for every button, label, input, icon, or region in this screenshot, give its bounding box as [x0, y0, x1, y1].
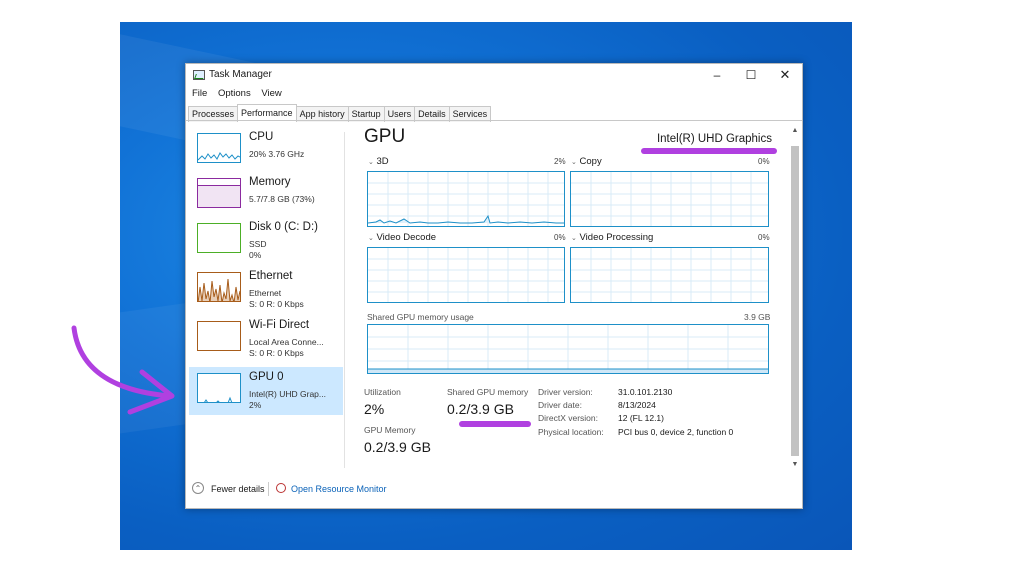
sidebar-wifi-sub2: S: 0 R: 0 Kbps	[249, 348, 304, 358]
menu-file[interactable]: File	[192, 86, 207, 102]
wifi-thumbnail-graph	[197, 321, 241, 351]
sidebar-memory-title: Memory	[249, 176, 291, 188]
resource-monitor-icon	[276, 483, 286, 493]
gpu-device-name: Intel(R) UHD Graphics	[656, 133, 772, 145]
engine-video-decode-graph	[367, 247, 565, 303]
utilization-value: 2%	[364, 401, 385, 417]
sidebar-disk-sub2: 0%	[249, 250, 262, 260]
shared-memory-graph	[367, 324, 769, 374]
disk-thumbnail-graph	[197, 223, 241, 253]
highlight-mark-device	[641, 148, 777, 154]
sidebar-item-memory[interactable]: Memory 5.7/7.8 GB (73%)	[189, 172, 343, 220]
tab-bar: Processes Performance App history Startu…	[188, 104, 492, 122]
annotation-arrow-icon	[71, 325, 175, 415]
shared-memory-graph-label: Shared GPU memory usage	[367, 312, 474, 322]
gpu-memory-label: GPU Memory	[364, 425, 416, 435]
scroll-down-icon[interactable]: ▼	[791, 461, 799, 468]
engine-video-processing-label[interactable]: ⌄ Video Processing	[571, 232, 653, 243]
sidebar-wifi-title: Wi-Fi Direct	[249, 319, 310, 331]
scroll-thumb[interactable]	[791, 146, 799, 456]
highlight-mark-shared-memory	[459, 421, 531, 427]
sidebar-memory-sub: 5.7/7.8 GB (73%)	[249, 194, 315, 204]
shared-memory-max: 3.9 GB	[744, 312, 771, 322]
chevron-up-icon[interactable]: ⌃	[192, 482, 204, 494]
engine-copy-label[interactable]: ⌄ Copy	[571, 156, 602, 167]
sidebar-ethernet-sub1: Ethernet	[249, 288, 282, 298]
sidebar-ethernet-sub2: S: 0 R: 0 Kbps	[249, 299, 304, 309]
window-title: Task Manager	[209, 69, 272, 80]
sidebar-item-cpu[interactable]: CPU 20% 3.76 GHz	[189, 127, 343, 175]
sidebar-disk-title: Disk 0 (C: D:)	[249, 221, 318, 233]
sidebar-item-wifi-direct[interactable]: Wi-Fi Direct Local Area Conne... S: 0 R:…	[189, 315, 343, 363]
fewer-details-button[interactable]: Fewer details	[211, 484, 265, 494]
sidebar-item-disk[interactable]: Disk 0 (C: D:) SSD 0%	[189, 217, 343, 265]
engine-3d-graph	[367, 171, 565, 227]
sidebar-item-ethernet[interactable]: Ethernet Ethernet S: 0 R: 0 Kbps	[189, 266, 343, 314]
engine-copy-graph	[570, 171, 769, 227]
shared-gpu-memory-value: 0.2/3.9 GB	[447, 401, 514, 417]
scroll-up-icon[interactable]: ▲	[791, 127, 799, 134]
engine-video-decode-percent: 0%	[554, 233, 566, 242]
resource-sidebar: CPU 20% 3.76 GHz Memory 5.7/7.8 GB (73%)…	[189, 127, 343, 427]
task-manager-window: Task Manager – ☐ ✕ File Options View Pro…	[185, 63, 803, 509]
engine-video-processing-percent: 0%	[758, 233, 770, 242]
utilization-label: Utilization	[364, 387, 401, 397]
open-resource-monitor-link[interactable]: Open Resource Monitor	[291, 484, 387, 494]
engine-copy-percent: 0%	[758, 157, 770, 166]
physical-location-key: Physical location:	[538, 427, 604, 437]
engine-video-decode-label[interactable]: ⌄ Video Decode	[368, 232, 436, 243]
physical-location-value: PCI bus 0, device 2, function 0	[618, 427, 734, 437]
directx-version-value: 12 (FL 12.1)	[618, 413, 664, 423]
engine-3d-label[interactable]: ⌄ 3D	[368, 156, 389, 167]
sidebar-gpu-sub2: 2%	[249, 400, 262, 410]
engine-3d-percent: 2%	[554, 157, 566, 166]
menu-view[interactable]: View	[261, 86, 281, 102]
memory-thumbnail-graph	[197, 178, 241, 208]
engine-video-processing-graph	[570, 247, 769, 303]
close-button[interactable]: ✕	[768, 64, 802, 86]
driver-version-key: Driver version:	[538, 387, 593, 397]
sidebar-gpu-title: GPU 0	[249, 371, 284, 383]
ethernet-thumbnail-graph	[197, 272, 241, 302]
sidebar-wifi-sub1: Local Area Conne...	[249, 337, 324, 347]
gpu-memory-value: 0.2/3.9 GB	[364, 439, 431, 455]
cpu-thumbnail-graph	[197, 133, 241, 163]
driver-date-value: 8/13/2024	[618, 400, 656, 410]
footer-bar: ⌃ Fewer details Open Resource Monitor	[186, 478, 802, 502]
maximize-button[interactable]: ☐	[734, 64, 768, 86]
menu-options[interactable]: Options	[218, 86, 251, 102]
title-bar: Task Manager – ☐ ✕	[186, 64, 802, 86]
sidebar-cpu-sub: 20% 3.76 GHz	[249, 149, 305, 159]
sidebar-cpu-title: CPU	[249, 131, 274, 143]
page-title: GPU	[364, 126, 406, 147]
driver-date-key: Driver date:	[538, 400, 582, 410]
gpu-thumbnail-graph	[197, 373, 241, 403]
sidebar-ethernet-title: Ethernet	[249, 270, 293, 282]
minimize-button[interactable]: –	[700, 64, 734, 86]
directx-version-key: DirectX version:	[538, 413, 598, 423]
sidebar-item-gpu[interactable]: GPU 0 Intel(R) UHD Grap... 2%	[189, 367, 343, 415]
driver-version-value: 31.0.101.2130	[618, 387, 673, 397]
task-manager-icon	[193, 70, 205, 80]
sidebar-gpu-sub1: Intel(R) UHD Grap...	[249, 389, 326, 399]
menu-bar: File Options View	[186, 86, 284, 102]
sidebar-disk-sub1: SSD	[249, 239, 267, 249]
shared-gpu-memory-label: Shared GPU memory	[447, 387, 529, 397]
vertical-scrollbar[interactable]: ▲ ▼	[789, 124, 800, 472]
